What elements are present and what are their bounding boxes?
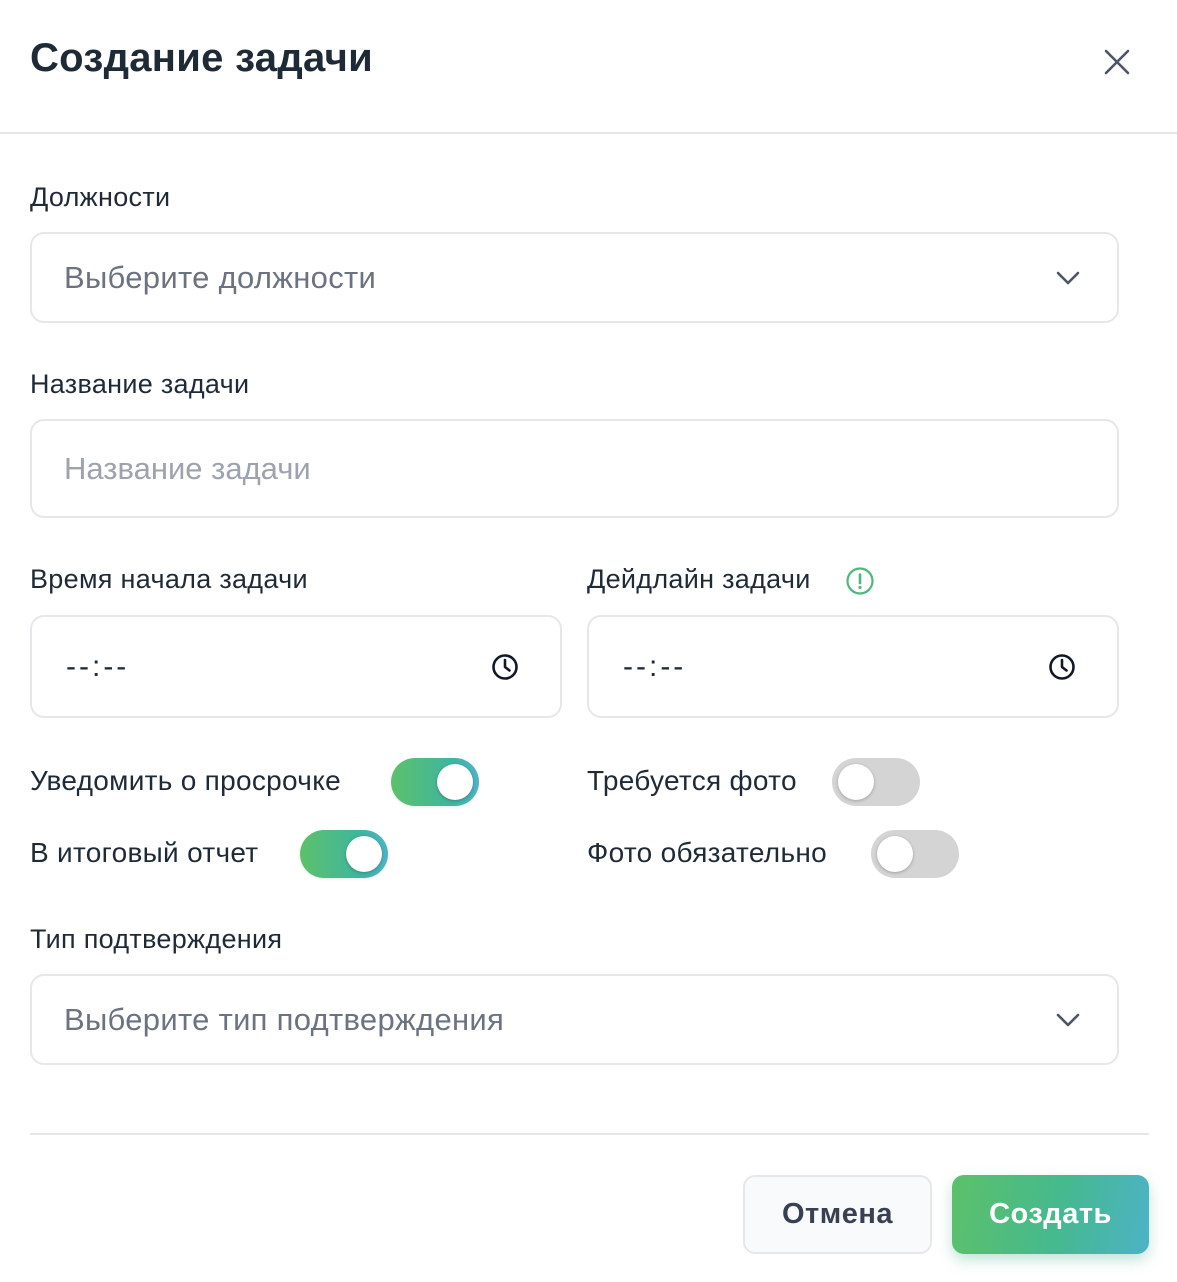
notify-overdue-toggle[interactable]: [391, 758, 479, 806]
deadline-label: Дейдлайн задачи: [587, 564, 811, 594]
footer-divider: [30, 1133, 1149, 1135]
start-time-label: Время начала задачи: [30, 564, 308, 594]
final-report-toggle[interactable]: [300, 830, 388, 878]
positions-select[interactable]: Выберите должности: [30, 232, 1119, 323]
dialog-title: Создание задачи: [30, 36, 373, 80]
toggle-knob: [437, 764, 473, 800]
photo-mandatory-label: Фото обязательно: [587, 837, 827, 868]
create-task-dialog: Создание задачи Должности Выберите должн…: [0, 0, 1177, 1282]
task-name-label: Название задачи: [30, 369, 250, 399]
photo-mandatory-toggle[interactable]: [871, 830, 959, 878]
positions-placeholder: Выберите должности: [64, 259, 377, 295]
deadline-value: --:--: [623, 649, 687, 683]
deadline-input[interactable]: --:--: [587, 615, 1119, 718]
notify-overdue-label: Уведомить о просрочке: [30, 765, 341, 796]
photo-required-label: Требуется фото: [587, 765, 797, 796]
create-button[interactable]: Создать: [952, 1175, 1149, 1254]
toggle-knob: [346, 836, 382, 872]
confirmation-type-select[interactable]: Выберите тип подтверждения: [30, 974, 1119, 1065]
task-name-input[interactable]: [32, 421, 1117, 516]
dialog-header: Создание задачи: [0, 0, 1177, 134]
positions-label: Должности: [30, 182, 171, 212]
start-time-value: --:--: [66, 649, 130, 683]
confirmation-type-placeholder: Выберите тип подтверждения: [64, 1001, 505, 1037]
start-time-input[interactable]: --:--: [30, 615, 562, 718]
task-name-field-wrapper: [30, 419, 1119, 518]
toggle-knob: [838, 764, 874, 800]
close-icon: [1104, 49, 1130, 75]
close-button[interactable]: [1097, 42, 1137, 82]
clock-icon[interactable]: [1047, 652, 1077, 682]
cancel-button[interactable]: Отмена: [743, 1175, 932, 1254]
chevron-down-icon: [1056, 271, 1080, 284]
final-report-label: В итоговый отчет: [30, 837, 259, 868]
clock-icon[interactable]: [490, 652, 520, 682]
photo-required-toggle[interactable]: [832, 758, 920, 806]
toggle-knob: [877, 836, 913, 872]
info-icon[interactable]: [845, 566, 875, 596]
confirmation-type-label: Тип подтверждения: [30, 924, 283, 954]
chevron-down-icon: [1056, 1013, 1080, 1026]
